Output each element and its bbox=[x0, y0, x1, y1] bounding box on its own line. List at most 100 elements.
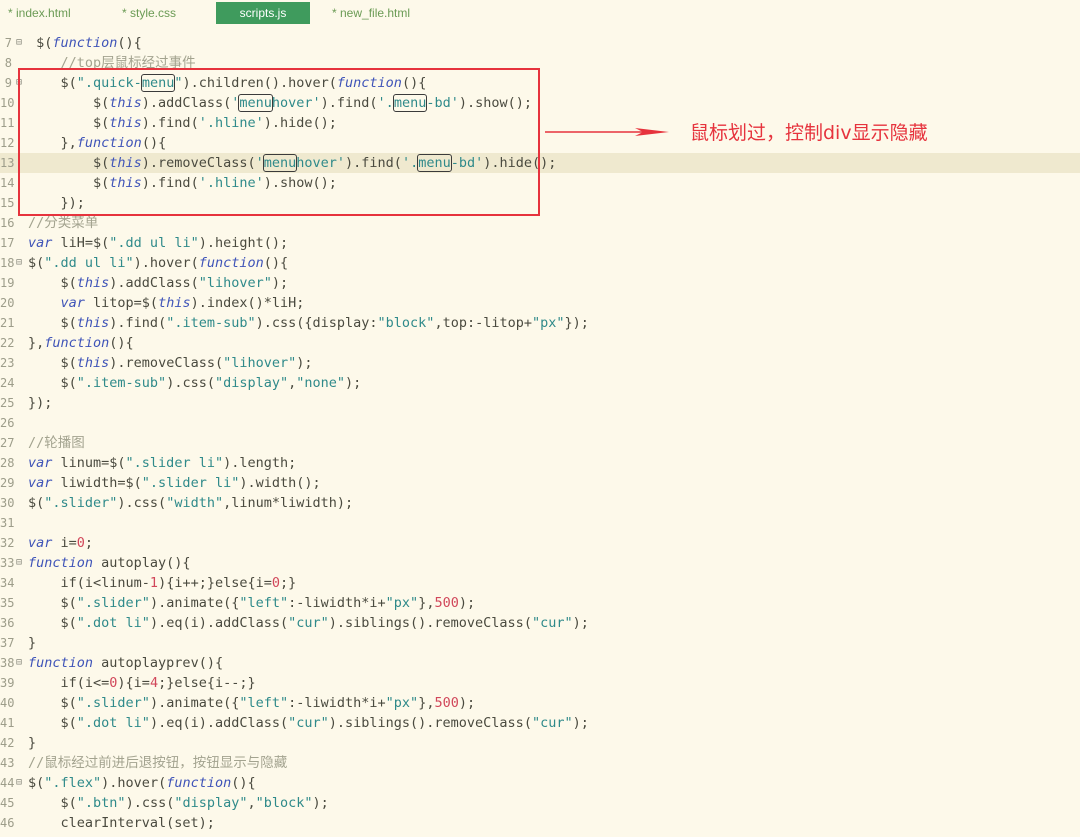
code-line[interactable]: 26 bbox=[0, 413, 1080, 433]
code-line[interactable]: 19 $(this).addClass("lihover"); bbox=[0, 273, 1080, 293]
code-line[interactable]: 38 ⊟ function autoplayprev(){ bbox=[0, 653, 1080, 673]
code-line[interactable]: 41 $(".dot li").eq(i).addClass("cur").si… bbox=[0, 713, 1080, 733]
line-number: 26 bbox=[0, 416, 15, 430]
code-text: $(".dot li").eq(i).addClass("cur").sibli… bbox=[28, 713, 589, 733]
code-token: $( bbox=[28, 275, 77, 291]
code-line[interactable]: 31 bbox=[0, 513, 1080, 533]
code-text: function autoplayprev(){ bbox=[28, 653, 223, 673]
code-line[interactable]: 30 $(".slider").css("width",linum*liwidth… bbox=[0, 493, 1080, 513]
code-line[interactable]: 21 $(this).find(".item-sub").css({displa… bbox=[0, 313, 1080, 333]
code-line[interactable]: 18 ⊟ $(".dd ul li").hover(function(){ bbox=[0, 253, 1080, 273]
code-line[interactable]: 35 $(".slider").animate({"left":-liwidth… bbox=[0, 593, 1080, 613]
code-line[interactable]: 7 ⊟ $(function(){ bbox=[0, 33, 1080, 53]
fold-toggle-icon[interactable]: ⊟ bbox=[16, 33, 22, 53]
code-token: ".slider li" bbox=[125, 455, 224, 471]
code-line[interactable]: 17 var liH=$(".dd ul li").height(); bbox=[0, 233, 1080, 253]
code-line[interactable]: 24 $(".item-sub").css("display","none"); bbox=[0, 373, 1080, 393]
code-token: function bbox=[166, 775, 232, 791]
code-line[interactable]: 27 //轮播图 bbox=[0, 433, 1080, 453]
code-line[interactable]: 23 $(this).removeClass("lihover"); bbox=[0, 353, 1080, 373]
code-line[interactable]: 29 var liwidth=$(".slider li").width(); bbox=[0, 473, 1080, 493]
code-token: $( bbox=[28, 375, 77, 391]
code-token: (){ bbox=[117, 35, 142, 51]
code-line[interactable]: 34 if(i<linum-1){i++;}else{i=0;} bbox=[0, 573, 1080, 593]
tab-index-html[interactable]: * index.html bbox=[0, 2, 100, 24]
code-text: var liH=$(".dd ul li").height(); bbox=[28, 233, 288, 253]
code-line[interactable]: 36 $(".dot li").eq(i).addClass("cur").si… bbox=[0, 613, 1080, 633]
line-number: 15 bbox=[0, 196, 15, 210]
code-line[interactable]: 16 //分类菜单 bbox=[0, 213, 1080, 233]
fold-toggle-icon[interactable]: ⊟ bbox=[16, 253, 22, 273]
code-line[interactable]: 20 var litop=$(this).index()*liH; bbox=[0, 293, 1080, 313]
code-token: "cur" bbox=[288, 615, 329, 631]
code-line[interactable]: 33 ⊟ function autoplay(){ bbox=[0, 553, 1080, 573]
code-token: ); bbox=[271, 275, 289, 291]
code-line[interactable]: 42} bbox=[0, 733, 1080, 753]
code-text: //分类菜单 bbox=[28, 213, 98, 233]
code-token: liwidth=$( bbox=[52, 475, 142, 491]
code-line[interactable]: 22},function(){ bbox=[0, 333, 1080, 353]
code-text: $(".dd ul li").hover(function(){ bbox=[28, 253, 288, 273]
code-token: var bbox=[60, 295, 85, 311]
line-number: 22 bbox=[0, 336, 15, 350]
code-token: ".slider" bbox=[76, 595, 150, 611]
code-text: var i=0; bbox=[28, 533, 93, 553]
code-line[interactable]: 25}); bbox=[0, 393, 1080, 413]
code-token: ;} bbox=[280, 575, 297, 591]
fold-toggle-icon[interactable]: ⊟ bbox=[16, 773, 22, 793]
code-token: ".dd ul li" bbox=[109, 235, 199, 251]
code-line[interactable]: 45 $(".btn").css("display","block"); bbox=[0, 793, 1080, 813]
code-line[interactable]: 43 //鼠标经过前进后退按钮，按钮显示与隐藏 bbox=[0, 753, 1080, 773]
line-number: 32 bbox=[0, 536, 15, 550]
code-line[interactable]: 28 var linum=$(".slider li").length; bbox=[0, 453, 1080, 473]
fold-toggle-icon[interactable]: ⊟ bbox=[16, 553, 22, 573]
code-token: ).removeClass( bbox=[109, 355, 224, 371]
code-token: if(i<linum- bbox=[28, 575, 150, 591]
code-token: var bbox=[28, 475, 53, 491]
code-token: $( bbox=[28, 715, 77, 731]
code-text: clearInterval(set); bbox=[28, 813, 215, 833]
code-line[interactable]: 40 $(".slider").animate({"left":-liwidth… bbox=[0, 693, 1080, 713]
code-token: "cur" bbox=[531, 715, 573, 731]
code-token: "width" bbox=[166, 495, 224, 511]
code-text: if(i<linum-1){i++;}else{i=0;} bbox=[28, 573, 297, 593]
code-token: 0 bbox=[271, 575, 280, 591]
code-token: ".slider li" bbox=[141, 475, 240, 491]
tab-style-css[interactable]: * style.css bbox=[114, 2, 204, 24]
code-token: 0 bbox=[76, 535, 85, 551]
line-number: 21 bbox=[0, 316, 15, 330]
code-line[interactable]: 44 ⊟ $(".flex").hover(function(){ bbox=[0, 773, 1080, 793]
line-number: 24 bbox=[0, 376, 15, 390]
code-text: } bbox=[28, 733, 36, 753]
code-token: $( bbox=[28, 255, 45, 271]
code-token: $( bbox=[28, 795, 77, 811]
code-token: ; bbox=[84, 535, 94, 551]
code-token: if(i<= bbox=[28, 675, 110, 691]
code-token: autoplay(){ bbox=[93, 555, 191, 571]
code-token: "cur" bbox=[531, 615, 573, 631]
code-token: ).siblings().removeClass( bbox=[328, 715, 532, 731]
tab-new-file-html[interactable]: * new_file.html bbox=[324, 2, 434, 24]
code-token: this bbox=[76, 355, 110, 371]
code-token: "left" bbox=[239, 695, 289, 711]
fold-toggle-icon[interactable]: ⊟ bbox=[16, 653, 22, 673]
code-token: ).length; bbox=[223, 455, 297, 471]
line-number: 45 bbox=[0, 796, 15, 810]
code-line[interactable]: 37} bbox=[0, 633, 1080, 653]
code-token: function bbox=[52, 35, 118, 51]
tab-scripts-js[interactable]: scripts.js bbox=[216, 2, 310, 24]
code-token: }, bbox=[418, 595, 435, 611]
code-token: $( bbox=[28, 775, 45, 791]
code-line[interactable]: 46 clearInterval(set); bbox=[0, 813, 1080, 833]
code-text: $(function(){ bbox=[28, 33, 142, 53]
code-token: "none" bbox=[296, 375, 346, 391]
code-line[interactable]: 39 if(i<=0){i=4;}else{i--;} bbox=[0, 673, 1080, 693]
code-line[interactable]: 32 var i=0; bbox=[0, 533, 1080, 553]
code-text: $(".slider").animate({"left":-liwidth*i+… bbox=[28, 593, 476, 613]
line-number: 11 bbox=[0, 116, 15, 130]
code-text: var liwidth=$(".slider li").width(); bbox=[28, 473, 321, 493]
code-token: ".dot li" bbox=[76, 615, 150, 631]
code-token: $( bbox=[28, 495, 45, 511]
code-token: ).hover( bbox=[133, 255, 199, 271]
